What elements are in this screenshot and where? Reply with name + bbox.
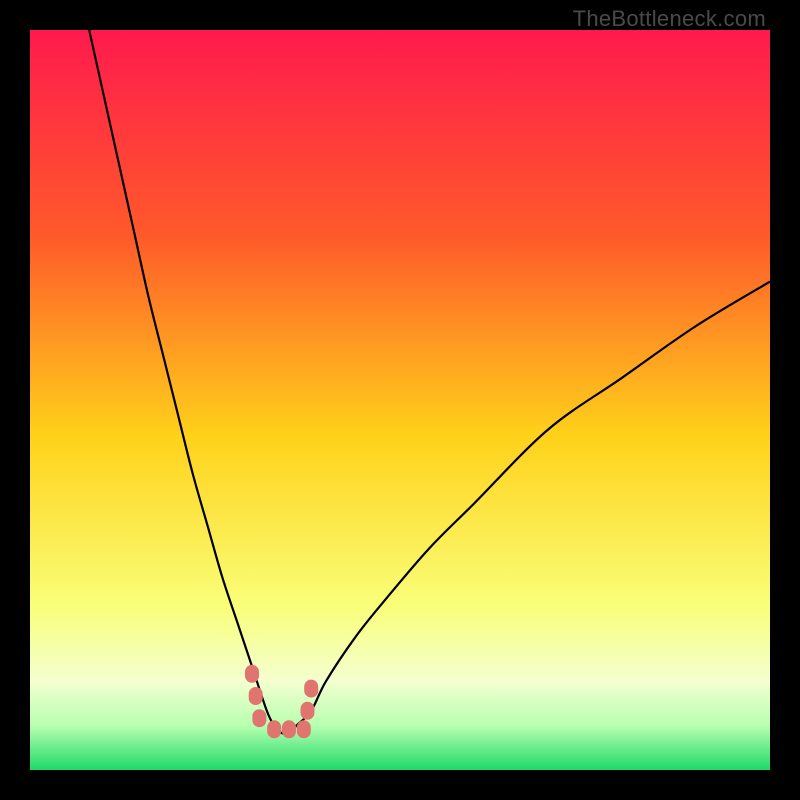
optimal-marker xyxy=(297,720,311,738)
optimal-marker xyxy=(282,720,296,738)
optimal-marker xyxy=(245,665,259,683)
optimal-marker xyxy=(301,702,315,720)
optimal-marker xyxy=(252,709,266,727)
plot-area xyxy=(30,30,770,770)
optimal-marker xyxy=(249,687,263,705)
chart-frame xyxy=(30,30,770,770)
optimal-marker xyxy=(304,680,318,698)
optimal-marker xyxy=(267,720,281,738)
watermark-text: TheBottleneck.com xyxy=(573,6,766,32)
bottleneck-curve xyxy=(30,30,770,770)
